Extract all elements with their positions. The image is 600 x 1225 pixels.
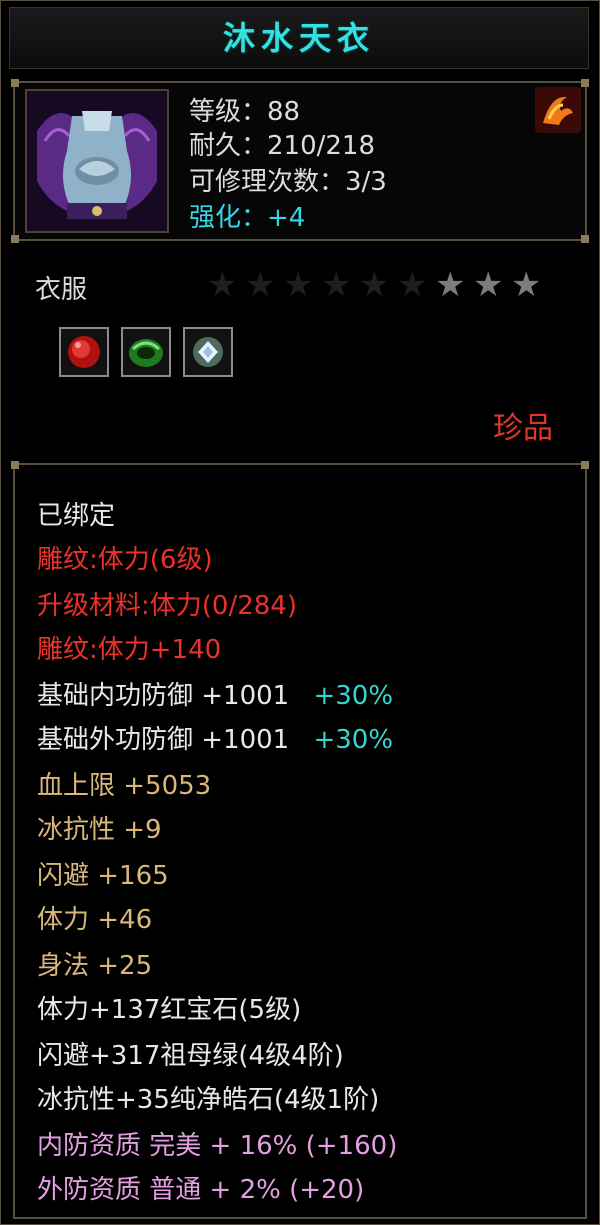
class-emblem-icon [533, 85, 583, 135]
gem-bonus-row: 冰抗性+35纯净皓石(4级1阶) [37, 1085, 380, 1115]
star-icon: ★ [511, 265, 542, 305]
item-tooltip: 沐水天衣 等级：88 耐久：210/218 可修理次数：3/3 强化：+4 衣服… [0, 0, 600, 1225]
corner-ornament [581, 461, 589, 469]
gem-bonus-row: 体力+137红宝石(5级) [37, 995, 302, 1025]
star-icon: ★ [473, 265, 504, 305]
corner-ornament [11, 79, 19, 87]
engrave-bonus-line: 雕纹:体力+140 [37, 635, 222, 665]
aptitude-row: 内防资质 完美 + 16% (+160) [37, 1131, 398, 1161]
star-icon: ★ [359, 265, 390, 305]
corner-ornament [11, 461, 19, 469]
engrave-line: 雕纹:体力(6级) [37, 545, 213, 575]
attribute-row: 体力 +46 [37, 905, 153, 935]
corner-ornament [11, 235, 19, 243]
bind-status: 已绑定 [37, 501, 116, 531]
upgrade-material-line: 升级材料:体力(0/284) [37, 591, 297, 621]
emerald-gem-icon[interactable] [121, 327, 171, 377]
title-bar: 沐水天衣 [9, 7, 589, 69]
attribute-text: 基础外功防御 +1001 [37, 725, 290, 755]
attribute-bonus: +30% [313, 681, 394, 711]
ruby-gem-icon[interactable] [59, 327, 109, 377]
attribute-text: 基础内功防御 +1001 [37, 681, 290, 711]
corner-ornament [581, 235, 589, 243]
durability-stat: 耐久：210/218 [189, 131, 376, 161]
star-icon: ★ [435, 265, 466, 305]
quality-label: 珍品 [493, 411, 553, 446]
star-icon: ★ [283, 265, 314, 305]
aptitude-row: 外防资质 普通 + 2% (+20) [37, 1175, 365, 1205]
attribute-bonus: +30% [313, 725, 394, 755]
armor-icon[interactable] [25, 89, 169, 233]
diamond-gem-icon[interactable] [183, 327, 233, 377]
star-icon: ★ [245, 265, 276, 305]
level-stat: 等级：88 [189, 97, 301, 127]
repair-count-stat: 可修理次数：3/3 [189, 167, 387, 197]
enhance-stat: 强化：+4 [189, 203, 306, 233]
gem-bonus-row: 闪避+317祖母绿(4级4阶) [37, 1041, 344, 1071]
attribute-row: 冰抗性 +9 [37, 815, 162, 845]
attribute-row: 闪避 +165 [37, 861, 169, 891]
star-icon: ★ [397, 265, 428, 305]
attribute-row: 身法 +25 [37, 951, 153, 981]
star-icon: ★ [321, 265, 352, 305]
item-name: 沐水天衣 [222, 19, 375, 57]
attribute-row: 基础内功防御 +1001 +30% [37, 675, 393, 712]
attribute-row: 血上限 +5053 [37, 771, 212, 801]
item-type: 衣服 [35, 275, 88, 305]
attribute-row: 基础外功防御 +1001 +30% [37, 719, 393, 756]
star-icon: ★ [207, 265, 238, 305]
